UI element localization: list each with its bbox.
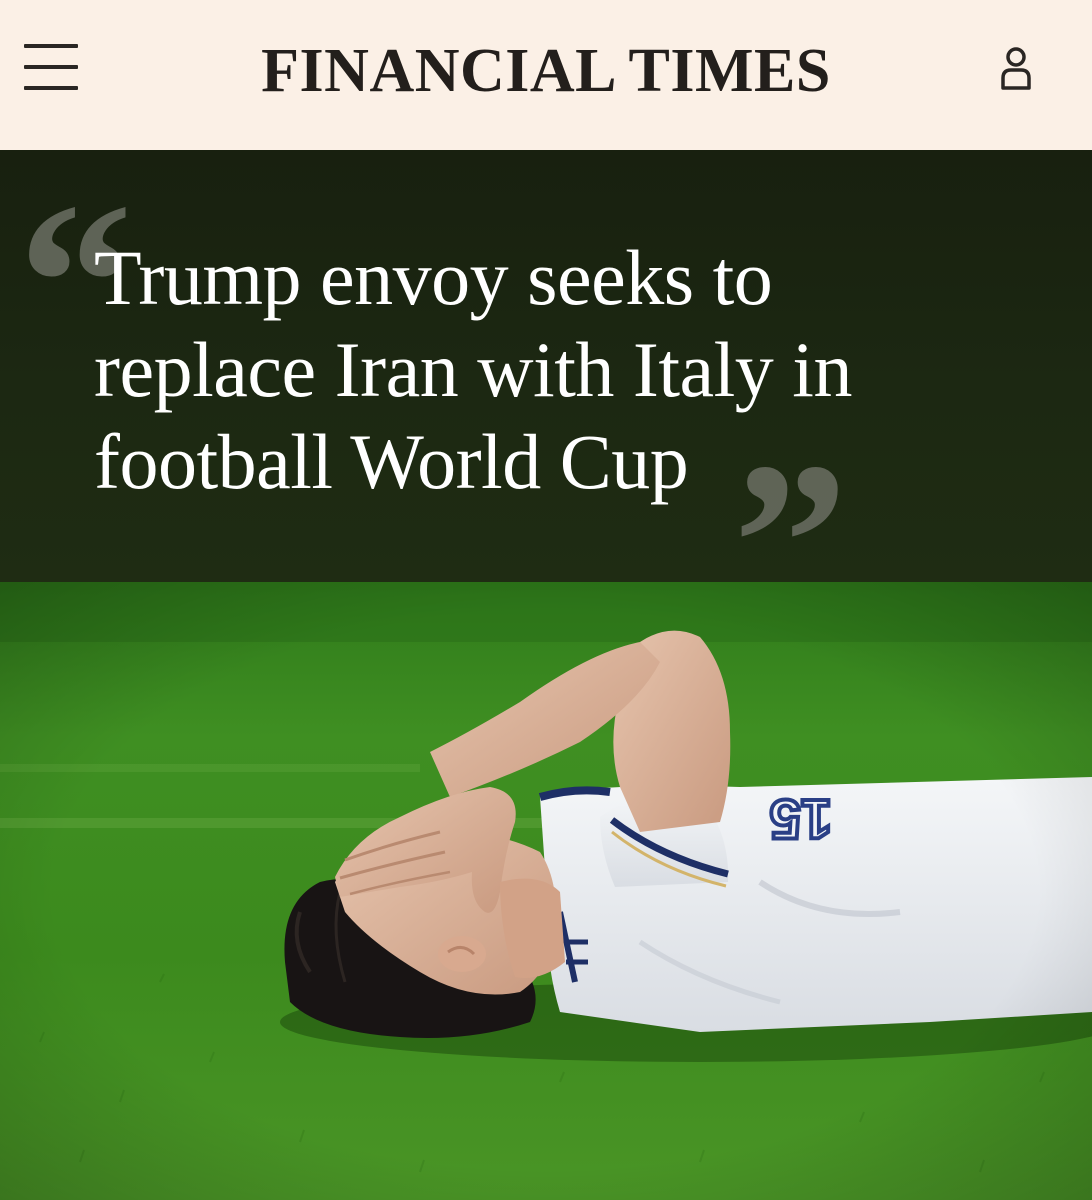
masthead-logo[interactable]: FINANCIAL TIMES [0, 36, 1092, 106]
user-account-icon[interactable] [994, 44, 1038, 92]
article-photo[interactable]: 15 [0, 582, 1092, 1200]
football-player-photo: 15 [0, 582, 1092, 1200]
user-account-glyph [1001, 47, 1031, 90]
ft-article-page: FINANCIAL TIMES “ Trump envoy seeks to r… [0, 0, 1092, 1200]
top-header-bar: FINANCIAL TIMES [0, 0, 1092, 150]
